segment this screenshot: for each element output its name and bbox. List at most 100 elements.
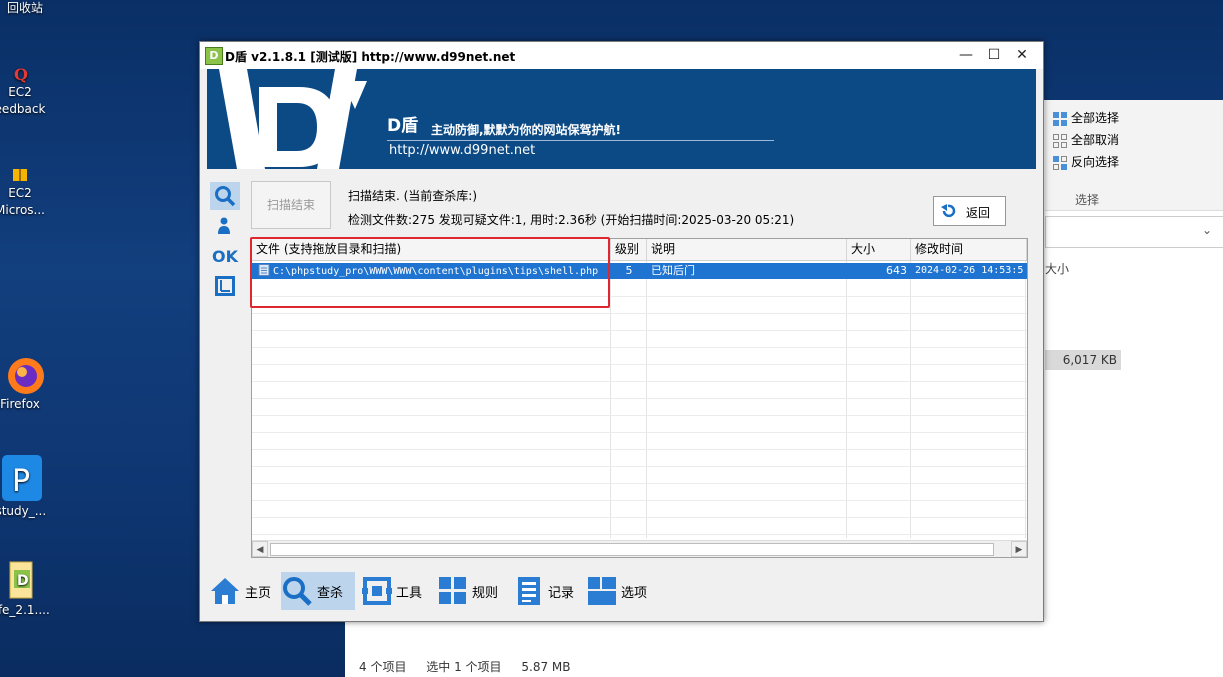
column-header-size[interactable]: 大小 [847, 239, 911, 260]
column-divider [910, 261, 911, 538]
feedback-icon: Q [14, 65, 28, 84]
select-all-button[interactable]: 全部选择 [1053, 109, 1119, 126]
log-icon [518, 577, 540, 605]
nav-home-label: 主页 [245, 585, 272, 601]
desktop-icon-firefox[interactable]: Firefox [0, 352, 55, 413]
recycle-bin-label: 回收站 [6, 1, 43, 15]
address-bar[interactable]: ⌄ [1045, 216, 1223, 248]
ok-label: OK [212, 246, 238, 266]
column-divider [610, 261, 611, 538]
scan-side-button[interactable] [210, 182, 240, 210]
select-none-button[interactable]: 全部取消 [1053, 131, 1119, 148]
size-cell: 643 [886, 264, 907, 277]
rules-icon [439, 577, 466, 604]
nav-rules[interactable]: 规则 [438, 572, 504, 610]
search-icon [215, 186, 236, 207]
row-divider [252, 415, 1027, 416]
nav-scan[interactable]: 查杀 [281, 572, 355, 610]
nav-log-label: 记录 [548, 585, 575, 601]
tools-icon [362, 577, 392, 605]
row-divider [252, 313, 1027, 314]
nav-log[interactable]: 记录 [514, 572, 580, 610]
scroll-right-icon[interactable]: ▶ [1011, 541, 1027, 557]
horizontal-scrollbar[interactable]: ◀ ▶ [252, 540, 1027, 557]
invert-selection-label: 反向选择 [1071, 155, 1120, 169]
nav-tools[interactable]: 工具 [362, 572, 428, 610]
desktop-icon-ec2-microsoft[interactable]: EC2 Micros... [0, 165, 55, 219]
nav-home[interactable]: 主页 [209, 572, 277, 610]
ok-side-button[interactable]: OK [210, 242, 240, 270]
column-divider [1025, 261, 1026, 538]
banner-app-name: D盾 [387, 116, 419, 136]
selected-count: 选中 1 个项目 [426, 660, 502, 674]
select-none-icon [1053, 133, 1067, 148]
column-header-description[interactable]: 说明 [647, 239, 847, 260]
scroll-left-icon[interactable]: ◀ [252, 541, 268, 557]
row-divider [252, 381, 1027, 382]
item-count: 4 个项目 [359, 660, 407, 674]
title-bar[interactable]: D D盾 v2.1.8.1 [测试版] http://www.d99net.ne… [200, 42, 1043, 69]
side-toolbar: OK [210, 182, 242, 302]
invert-selection-icon [1053, 155, 1067, 170]
desktop-icon-phpstudy[interactable]: P pstudy_... [0, 455, 52, 520]
scan-summary-text: 检测文件数:275 发现可疑文件:1, 用时:2.36秒 (开始扫描时间:202… [348, 213, 795, 227]
banner: D盾 主动防御,默默为你的网站保驾护航! http://www.d99net.n… [207, 69, 1036, 169]
close-button[interactable]: ✕ [1008, 44, 1036, 66]
file-size-cell: 6,017 KB [1045, 350, 1121, 370]
frame-icon [215, 276, 235, 296]
chevron-down-icon[interactable]: ⌄ [1202, 223, 1212, 237]
dshield-window: D D盾 v2.1.8.1 [测试版] http://www.d99net.ne… [199, 41, 1044, 622]
bottom-navigation: 主页 查杀 工具 规则 记录 选项 [207, 564, 1036, 614]
phpstudy-icon: P [2, 455, 42, 501]
row-divider [252, 483, 1027, 484]
svg-text:D: D [17, 573, 29, 589]
explorer-ribbon-select-group: 全部选择 全部取消 反向选择 选择 [1045, 100, 1223, 211]
desktop-icon-ec2-feedback[interactable]: Q EC2 eedback [0, 64, 55, 118]
select-none-label: 全部取消 [1071, 133, 1120, 147]
back-arrow-icon [941, 204, 956, 218]
description-cell: 已知后门 [651, 264, 695, 277]
firefox-icon [8, 358, 44, 394]
banner-url[interactable]: http://www.d99net.net [389, 143, 535, 158]
home-icon [211, 578, 239, 604]
row-divider [252, 364, 1027, 365]
ec2-label: EC2 [8, 186, 32, 200]
back-button-label: 返回 [966, 206, 991, 220]
user-icon [218, 217, 230, 234]
search-icon [283, 577, 312, 606]
nav-rules-label: 规则 [472, 585, 499, 601]
phpstudy-label: pstudy_... [0, 504, 47, 518]
column-divider [646, 261, 647, 538]
feedback-label: eedback [0, 102, 46, 116]
firefox-label: Firefox [0, 397, 40, 411]
back-button[interactable]: 返回 [933, 196, 1006, 226]
select-all-icon [1053, 111, 1067, 126]
banner-slogan: 主动防御,默默为你的网站保驾护航! [431, 123, 622, 137]
minimize-button[interactable]: — [952, 44, 980, 66]
maximize-button[interactable]: ☐ [980, 44, 1008, 66]
desktop-icon-recycle-bin[interactable]: 回收站 [0, 0, 60, 17]
nav-options[interactable]: 选项 [587, 572, 657, 610]
selected-size: 5.87 MB [521, 660, 571, 674]
row-divider [252, 398, 1027, 399]
package-icon [13, 169, 27, 181]
size-column-header[interactable]: 大小 [1045, 260, 1069, 277]
level-cell: 5 [625, 264, 633, 277]
desktop-icon-dsafe[interactable]: D safe_2.1.... [0, 560, 52, 619]
process-side-button[interactable] [210, 212, 240, 240]
row-divider [252, 449, 1027, 450]
row-divider [252, 330, 1027, 331]
ribbon-group-label: 选择 [1075, 193, 1100, 207]
select-all-label: 全部选择 [1071, 111, 1120, 125]
invert-selection-button[interactable]: 反向选择 [1053, 153, 1119, 170]
column-header-level[interactable]: 级别 [611, 239, 647, 260]
scan-status-button[interactable]: 扫描结束 [251, 181, 331, 229]
nav-options-label: 选项 [621, 585, 648, 601]
frame-side-button[interactable] [210, 272, 240, 300]
scrollbar-thumb[interactable] [270, 543, 994, 556]
nav-scan-label: 查杀 [317, 585, 344, 601]
row-divider [252, 517, 1027, 518]
row-divider [252, 347, 1027, 348]
column-header-modified[interactable]: 修改时间 [911, 239, 1027, 260]
options-icon [588, 577, 616, 605]
